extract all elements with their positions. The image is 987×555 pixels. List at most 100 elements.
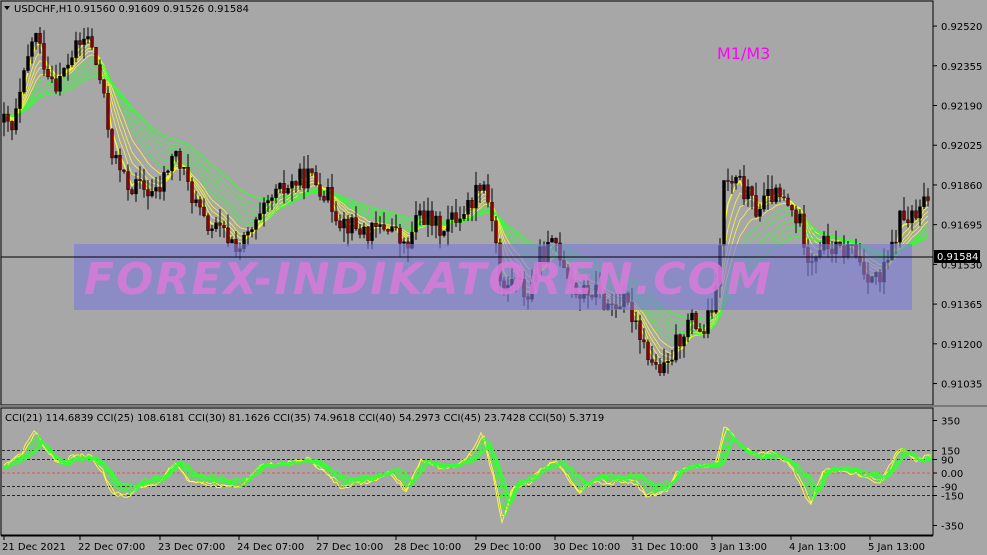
candle-body bbox=[550, 238, 554, 243]
candle-body bbox=[486, 184, 490, 203]
price-axis-label: 0.91200 bbox=[941, 340, 982, 351]
candle-body bbox=[802, 213, 806, 248]
candle-body bbox=[186, 167, 190, 182]
candle-body bbox=[82, 38, 86, 45]
time-axis-label: 28 Dec 10:00 bbox=[394, 542, 461, 553]
candle-body bbox=[438, 215, 442, 236]
candle-body bbox=[130, 189, 134, 195]
cci-axis-label: 350 bbox=[941, 417, 960, 428]
time-axis-label: 5 Jan 13:00 bbox=[868, 542, 925, 553]
candle-body bbox=[698, 328, 702, 332]
candle-body bbox=[174, 151, 178, 157]
candle-body bbox=[206, 215, 210, 231]
candle-body bbox=[106, 92, 110, 130]
candle-body bbox=[766, 188, 770, 197]
candle-body bbox=[918, 206, 922, 219]
candle-body bbox=[178, 151, 182, 169]
candle-body bbox=[202, 206, 206, 216]
candle-body bbox=[254, 219, 258, 230]
price-axis-label: 0.92190 bbox=[941, 102, 982, 113]
time-axis-label: 29 Dec 10:00 bbox=[474, 542, 541, 553]
candle-body bbox=[358, 228, 362, 235]
time-axis-label: 23 Dec 07:00 bbox=[158, 542, 225, 553]
candle-body bbox=[746, 186, 750, 200]
time-axis-label: 31 Dec 10:00 bbox=[631, 542, 698, 553]
current-price-label: 0.91584 bbox=[937, 252, 978, 263]
candle-body bbox=[66, 64, 70, 69]
candle-body bbox=[50, 76, 54, 80]
candle-body bbox=[330, 187, 334, 212]
candle-body bbox=[142, 180, 146, 190]
candle-body bbox=[450, 212, 454, 220]
candle-body bbox=[750, 186, 754, 196]
candle-body bbox=[314, 172, 318, 185]
time-axis-label: 24 Dec 07:00 bbox=[237, 542, 304, 553]
candle-body bbox=[30, 41, 34, 57]
candle-body bbox=[690, 312, 694, 321]
candle-body bbox=[346, 218, 350, 234]
candle-body bbox=[270, 197, 274, 201]
candle-body bbox=[454, 212, 458, 223]
candle-body bbox=[338, 220, 342, 229]
candle-body bbox=[422, 210, 426, 225]
candle-body bbox=[78, 40, 82, 45]
candle-body bbox=[198, 199, 202, 208]
candle-body bbox=[310, 168, 314, 173]
candle-body bbox=[194, 199, 198, 203]
candle-body bbox=[354, 217, 358, 229]
candle-body bbox=[678, 334, 682, 347]
candle-body bbox=[458, 218, 462, 223]
candle-body bbox=[318, 184, 322, 197]
candle-body bbox=[922, 196, 926, 207]
candle-body bbox=[278, 183, 282, 190]
candle-body bbox=[662, 362, 666, 374]
candle-body bbox=[342, 218, 346, 229]
candle-body bbox=[370, 222, 374, 241]
candle-body bbox=[218, 222, 222, 226]
candle-body bbox=[694, 312, 698, 330]
candle-body bbox=[742, 176, 746, 200]
candle-body bbox=[790, 205, 794, 211]
time-axis-label: 3 Jan 13:00 bbox=[710, 542, 767, 553]
time-axis-label: 22 Dec 07:00 bbox=[78, 542, 145, 553]
candle-body bbox=[294, 181, 298, 186]
candle-body bbox=[266, 200, 270, 204]
candle-body bbox=[334, 211, 338, 222]
candle-body bbox=[170, 156, 174, 172]
candle-body bbox=[702, 331, 706, 334]
candle-body bbox=[554, 238, 558, 244]
candle-body bbox=[762, 195, 766, 210]
candle-body bbox=[386, 228, 390, 232]
candle-body bbox=[426, 210, 430, 225]
candle-body bbox=[722, 180, 726, 246]
candle-body bbox=[786, 197, 790, 206]
candle-body bbox=[398, 227, 402, 244]
candle-body bbox=[898, 210, 902, 243]
candle-body bbox=[902, 210, 906, 221]
cci-axis-label: 0.00 bbox=[941, 469, 963, 480]
candle-body bbox=[226, 227, 230, 244]
candle-body bbox=[654, 362, 658, 365]
candle-body bbox=[670, 359, 674, 362]
chart-window[interactable]: FOREX-INDIKATOREN.COM USDCHF,H1 0.91560 … bbox=[0, 0, 987, 555]
candle-body bbox=[246, 231, 250, 236]
candle-body bbox=[362, 226, 366, 235]
candle-body bbox=[434, 215, 438, 226]
candle-body bbox=[774, 187, 778, 203]
price-axis-label: 0.91860 bbox=[941, 181, 982, 192]
candle-body bbox=[158, 187, 162, 192]
candle-body bbox=[474, 184, 478, 209]
candle-body bbox=[42, 43, 46, 70]
cci-axis-label: -350 bbox=[941, 522, 964, 533]
candle-body bbox=[302, 168, 306, 189]
candle-body bbox=[726, 180, 730, 182]
time-axis-label: 21 Dec 2021 bbox=[2, 542, 66, 553]
candle-body bbox=[58, 76, 62, 92]
candle-body bbox=[14, 108, 18, 131]
price-axis-label: 0.92355 bbox=[941, 62, 982, 73]
candle-body bbox=[794, 209, 798, 224]
timeframe-label: M1/M3 bbox=[717, 44, 770, 63]
candle-body bbox=[446, 219, 450, 232]
candle-body bbox=[110, 129, 114, 159]
candle-body bbox=[126, 171, 130, 190]
